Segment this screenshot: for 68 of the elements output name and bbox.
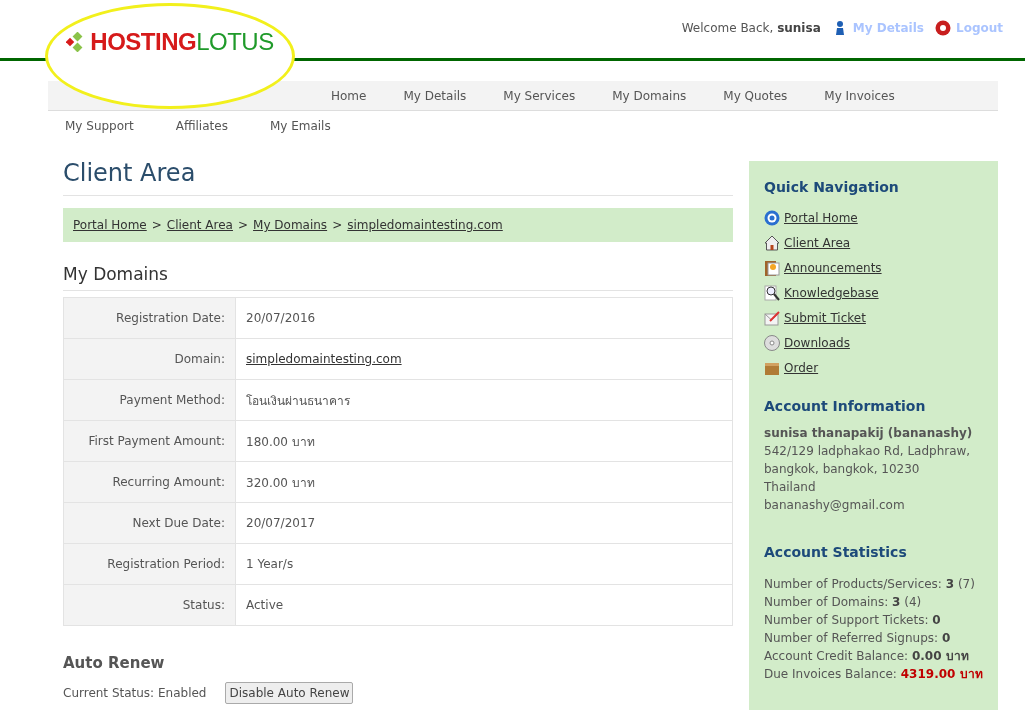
stat-line: Account Credit Balance: 0.00 บาท: [764, 648, 969, 665]
magnifier-icon: [764, 284, 780, 301]
field-value: โอนเงินผ่านธนาคาร: [235, 379, 733, 421]
breadcrumb-separator: >: [332, 218, 343, 232]
nav-item[interactable]: Affiliates: [175, 119, 228, 133]
field-label: Registration Period:: [63, 543, 236, 585]
stat-line: Number of Referred Signups: 0: [764, 630, 951, 647]
account-detail: Thailand: [764, 479, 816, 496]
stat-line: Number of Support Tickets: 0: [764, 612, 941, 629]
field-label: Domain:: [63, 338, 236, 380]
domain-link[interactable]: simpledomaintesting.com: [246, 352, 402, 366]
nav-item[interactable]: Home: [331, 88, 367, 103]
stat-line: Number of Domains: 3 (4): [764, 594, 922, 611]
field-value: 180.00 บาท: [235, 420, 733, 462]
breadcrumb-link[interactable]: My Domains: [253, 218, 328, 232]
nav-item[interactable]: My Support: [65, 119, 134, 133]
quick-nav-link[interactable]: Knowledgebase: [784, 285, 879, 300]
nav-item[interactable]: My Quotes: [723, 88, 788, 103]
field-value: 20/07/2016: [235, 297, 733, 339]
field-label: Recurring Amount:: [63, 461, 236, 503]
stat-line: Due Invoices Balance: 4319.00 บาท: [764, 666, 983, 683]
field-label: Status:: [63, 584, 236, 626]
page-title: Client Area: [63, 159, 733, 196]
disc-icon: [764, 334, 780, 351]
nav-item[interactable]: My Services: [503, 88, 576, 103]
sidebar-heading: Quick Navigation: [764, 179, 900, 195]
nav-item[interactable]: My Invoices: [824, 88, 895, 103]
breadcrumb-link[interactable]: Portal Home: [73, 218, 147, 232]
nav-item[interactable]: My Domains: [612, 88, 687, 103]
logo-text-accent: LOTUS: [196, 28, 274, 56]
quick-nav-link[interactable]: Downloads: [784, 335, 850, 350]
quick-nav-link[interactable]: Announcements: [784, 260, 882, 275]
disable-auto-renew-button[interactable]: Disable Auto Renew: [225, 682, 354, 704]
field-value: 1 Year/s: [235, 543, 733, 585]
clipboard-icon: [764, 259, 780, 276]
logo[interactable]: HOSTINGLOTUS: [45, 3, 295, 109]
breadcrumb-separator: >: [151, 218, 162, 232]
stat-line: Number of Products/Services: 3 (7): [764, 576, 975, 593]
field-label: Next Due Date:: [63, 502, 236, 544]
nav-item[interactable]: My Emails: [269, 119, 331, 133]
field-value: Active: [235, 584, 733, 626]
quick-nav-link[interactable]: Portal Home: [784, 210, 858, 225]
auto-renew-title: Auto Renew: [63, 654, 166, 672]
field-value: 320.00 บาท: [235, 461, 733, 503]
sidebar-heading: Account Information: [764, 398, 927, 414]
auto-renew-status: Current Status: Enabled: [63, 686, 207, 700]
breadcrumb-link[interactable]: simpledomaintesting.com: [347, 218, 503, 232]
section-title: My Domains: [63, 264, 733, 291]
logo-text: HOSTING: [90, 28, 197, 56]
house-icon: [764, 234, 780, 251]
logout-icon: [935, 20, 951, 36]
field-label: First Payment Amount:: [63, 420, 236, 462]
quick-nav-link[interactable]: Client Area: [784, 235, 851, 250]
quick-nav-link[interactable]: Submit Ticket: [784, 310, 866, 325]
field-value: 20/07/2017: [235, 502, 733, 544]
sidebar-heading: Account Statistics: [764, 544, 908, 560]
account-detail: bananashy@gmail.com: [764, 497, 905, 514]
breadcrumb-link[interactable]: Client Area: [166, 218, 233, 232]
account-detail: 542/129 ladphakao Rd, Ladphraw,: [764, 443, 971, 460]
field-label: Registration Date:: [63, 297, 236, 339]
quick-nav-link[interactable]: Order: [784, 360, 819, 375]
nav-item[interactable]: My Details: [403, 88, 467, 103]
envelope-pencil-icon: [764, 309, 780, 326]
account-detail: bangkok, bangkok, 10230: [764, 461, 920, 478]
field-label: Payment Method:: [63, 379, 236, 421]
welcome-text: Welcome Back, sunisa: [681, 21, 821, 35]
breadcrumb-separator: >: [237, 218, 249, 232]
account-name: sunisa thanapakij (bananashy): [764, 425, 973, 442]
